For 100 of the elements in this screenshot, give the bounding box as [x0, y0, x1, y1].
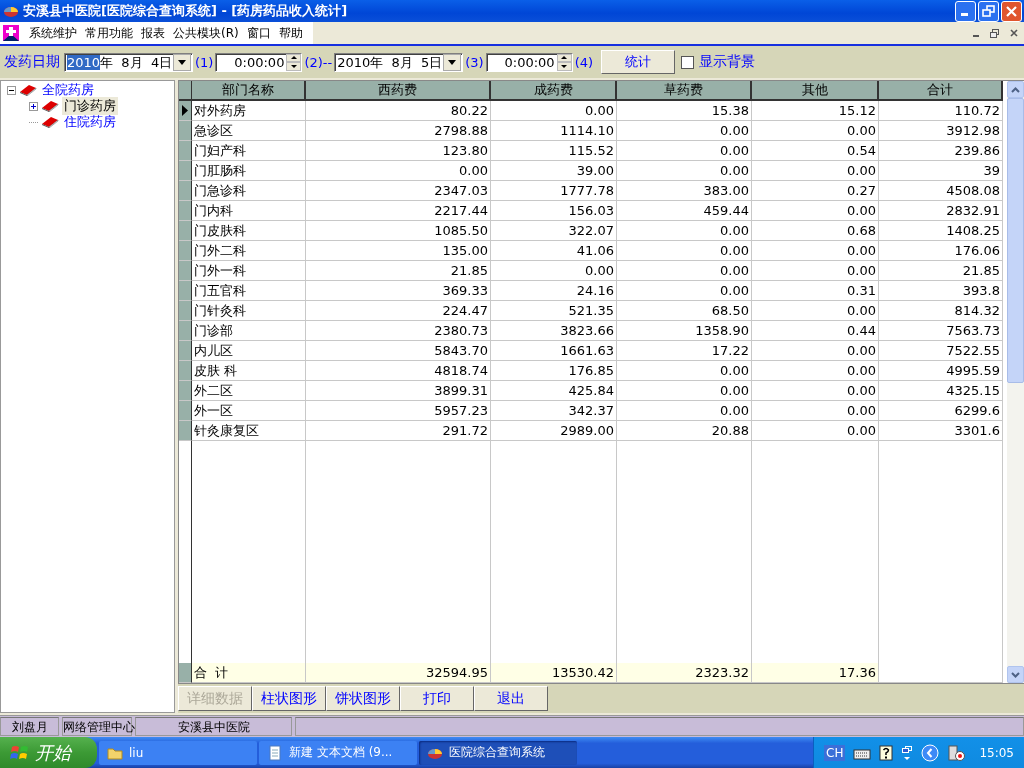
table-cell: 20.88 — [617, 421, 752, 441]
row-indicator[interactable] — [179, 121, 192, 141]
row-indicator[interactable] — [179, 181, 192, 201]
total-cell: 2323.32 — [617, 663, 752, 683]
table-cell: 80.22 — [306, 101, 491, 121]
vertical-scrollbar[interactable] — [1007, 81, 1024, 683]
row-indicator[interactable] — [179, 301, 192, 321]
total-cell: 32594.95 — [306, 663, 491, 683]
table-cell: 115.52 — [491, 141, 617, 161]
table-cell: 0.27 — [752, 181, 879, 201]
start-button[interactable]: 开始 — [0, 737, 97, 768]
table-cell: 急诊区 — [192, 121, 306, 141]
scroll-up-button[interactable] — [1007, 81, 1024, 98]
table-cell: 3899.31 — [306, 381, 491, 401]
table-cell: 0.00 — [617, 121, 752, 141]
step-marker: (3) — [465, 54, 484, 70]
column-header[interactable]: 成药费 — [491, 81, 617, 101]
date-field[interactable]: 2010年 8月 5日 — [334, 52, 464, 72]
collapse-icon[interactable] — [7, 85, 16, 95]
dropdown-button[interactable] — [443, 53, 462, 71]
restore-button[interactable] — [978, 0, 999, 22]
table-cell: 3823.66 — [491, 321, 617, 341]
row-indicator[interactable] — [179, 241, 192, 261]
caret-down-icon — [561, 64, 568, 68]
tree-item[interactable]: 全院药房 — [40, 81, 96, 99]
taskbar-button[interactable]: 新建 文本文档 (9... — [259, 740, 417, 765]
close-button[interactable] — [1001, 0, 1022, 22]
table-cell: 1777.78 — [491, 181, 617, 201]
row-indicator[interactable] — [179, 201, 192, 221]
minimize-button[interactable] — [955, 0, 976, 22]
language-indicator[interactable]: CH — [824, 744, 846, 761]
action-button[interactable]: 打印 — [400, 686, 474, 711]
table-cell: 17.22 — [617, 341, 752, 361]
taskbar-button[interactable]: liu — [99, 740, 257, 765]
dropdown-button[interactable] — [173, 53, 191, 71]
row-indicator[interactable] — [179, 221, 192, 241]
chevron-down-icon — [1011, 671, 1020, 678]
column-header[interactable]: 西药费 — [306, 81, 491, 101]
row-indicator[interactable] — [179, 401, 192, 421]
row-indicator[interactable] — [179, 381, 192, 401]
tree-item[interactable]: 住院药房 — [62, 113, 118, 131]
table-cell: 459.44 — [617, 201, 752, 221]
scroll-thumb[interactable] — [1007, 98, 1024, 383]
row-indicator[interactable] — [179, 663, 192, 683]
table-cell: 0.00 — [752, 361, 879, 381]
row-indicator[interactable] — [179, 421, 192, 441]
row-indicator[interactable] — [179, 141, 192, 161]
time-field[interactable]: 0:00:00 — [215, 52, 303, 72]
table-cell: 0.68 — [752, 221, 879, 241]
action-button[interactable]: 退出 — [474, 686, 548, 711]
app-logo-icon — [3, 25, 19, 41]
table-cell: 0.00 — [752, 381, 879, 401]
row-indicator[interactable] — [179, 101, 192, 121]
expand-icon[interactable] — [29, 101, 38, 111]
network-server-icon — [947, 743, 966, 762]
column-header[interactable]: 其他 — [752, 81, 879, 101]
taskbar-button[interactable]: 医院综合查询系统 — [419, 740, 577, 765]
table-cell: 0.00 — [491, 101, 617, 121]
row-indicator[interactable] — [179, 361, 192, 381]
table-cell: 814.32 — [879, 301, 1003, 321]
time-field[interactable]: 0:00:00 — [485, 52, 573, 72]
checkbox[interactable] — [681, 55, 695, 69]
menu-item[interactable]: 窗口 — [242, 24, 275, 42]
menu-item[interactable]: 帮助 — [274, 24, 307, 42]
menu-item[interactable]: 常用功能 — [81, 24, 137, 42]
tree-item[interactable]: 门诊药房 — [62, 97, 118, 115]
total-cell: 合 计 — [192, 663, 306, 683]
action-button[interactable]: 柱状图形 — [252, 686, 326, 711]
step-marker: (1) — [195, 54, 214, 70]
row-indicator[interactable] — [179, 321, 192, 341]
table-cell: 176.06 — [879, 241, 1003, 261]
row-indicator[interactable] — [179, 261, 192, 281]
window-title: 安溪县中医院[医院综合查询系统] - [药房药品收入统计] — [23, 2, 349, 20]
table-cell: 1408.25 — [879, 221, 1003, 241]
statistics-button[interactable]: 统计 — [601, 50, 676, 74]
column-header[interactable]: 部门名称 — [192, 81, 306, 101]
menu-item[interactable]: 报表 — [137, 24, 169, 42]
row-indicator[interactable] — [179, 341, 192, 361]
spin-down-button[interactable] — [286, 62, 302, 71]
menu-item[interactable]: 公共模块(R) — [169, 24, 243, 42]
action-button[interactable]: 饼状图形 — [326, 686, 400, 711]
table-cell: 对外药房 — [192, 101, 306, 121]
column-header[interactable]: 草药费 — [617, 81, 752, 101]
caret-up-icon — [290, 56, 297, 60]
table-cell: 外一区 — [192, 401, 306, 421]
status-panel: 刘盘月 — [0, 717, 59, 736]
scroll-down-button[interactable] — [1007, 666, 1024, 683]
table-cell: 224.47 — [306, 301, 491, 321]
row-indicator[interactable] — [179, 281, 192, 301]
row-indicator[interactable] — [179, 161, 192, 181]
table-cell: 门诊部 — [192, 321, 306, 341]
table-cell: 门外一科 — [192, 261, 306, 281]
table-cell: 110.72 — [879, 101, 1003, 121]
menu-item[interactable]: 系统维护 — [25, 24, 81, 42]
spin-down-button[interactable] — [556, 62, 572, 71]
table-cell: 322.07 — [491, 221, 617, 241]
table-cell: 0.00 — [617, 381, 752, 401]
book-icon — [41, 100, 59, 112]
restore-icon — [982, 4, 995, 18]
column-header[interactable]: 合计 — [879, 81, 1003, 101]
